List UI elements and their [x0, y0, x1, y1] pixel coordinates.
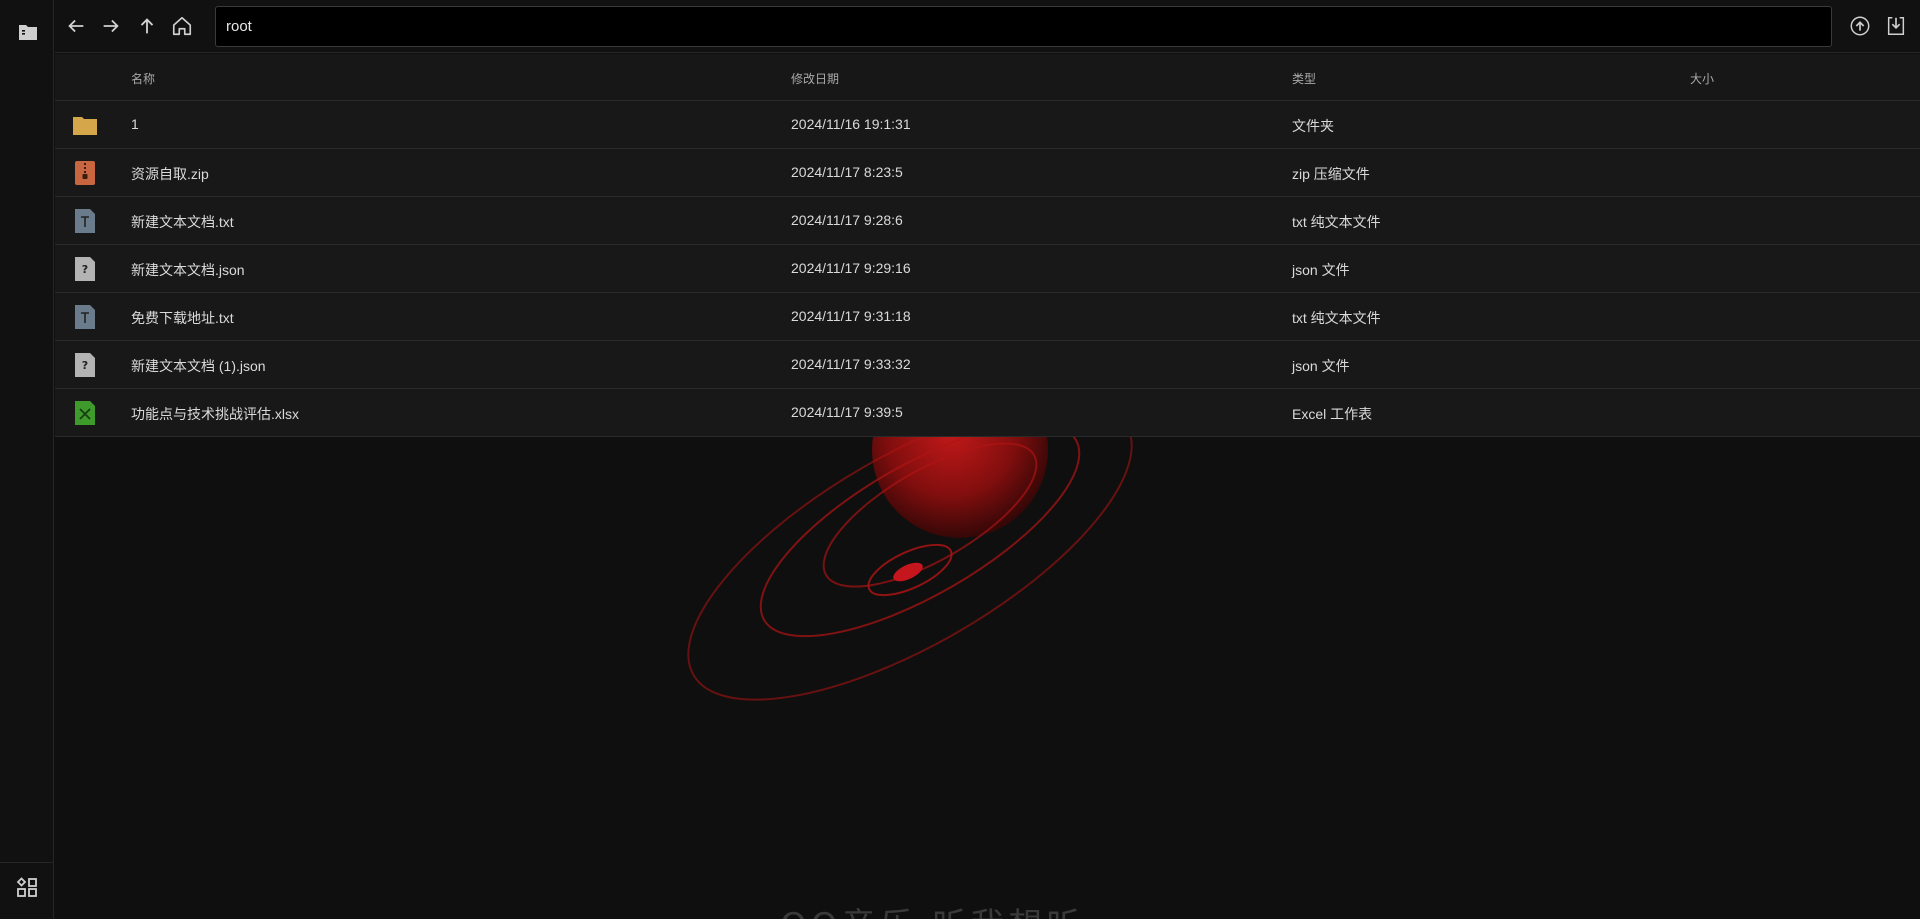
file-date: 2024/11/17 9:31:18 — [791, 308, 911, 324]
file-type: zip 压缩文件 — [1292, 166, 1370, 182]
file-date: 2024/11/17 9:33:32 — [791, 356, 911, 372]
arrow-right-icon — [103, 19, 119, 33]
svg-text:?: ? — [82, 359, 88, 372]
home-button[interactable] — [169, 13, 195, 39]
home-icon — [172, 16, 192, 36]
table-row[interactable]: 资源自取.zip 2024/11/17 8:23:5 zip 压缩文件 — [55, 149, 1920, 197]
watermark-text: QQ音乐 听我想听 — [780, 898, 1084, 919]
column-header-type[interactable]: 类型 — [1292, 70, 1316, 87]
arrow-left-icon — [68, 19, 84, 33]
excel-file-icon — [75, 401, 95, 425]
column-header-date[interactable]: 修改日期 — [791, 70, 839, 87]
unknown-file-icon: ? — [75, 257, 95, 281]
column-header-size[interactable]: 大小 — [1690, 70, 1714, 87]
table-row[interactable]: ? 新建文本文档.json 2024/11/17 9:29:16 json 文件 — [55, 245, 1920, 293]
planet-orbit-artwork — [687, 420, 1133, 701]
file-date: 2024/11/17 8:23:5 — [791, 164, 903, 180]
table-row[interactable]: 新建文本文档.txt 2024/11/17 9:28:6 txt 纯文本文件 — [55, 197, 1920, 245]
download-icon — [1887, 17, 1905, 35]
file-type: json 文件 — [1292, 358, 1350, 374]
path-input[interactable] — [215, 6, 1832, 47]
file-table: 名称 修改日期 类型 大小 1 2024/11/16 19:1:31 文件夹 资… — [55, 54, 1920, 437]
table-row[interactable]: 1 2024/11/16 19:1:31 文件夹 — [55, 101, 1920, 149]
file-name: 新建文本文档.json — [131, 262, 245, 278]
file-manager-app: QQ音乐 听我想听 — [0, 0, 1920, 919]
file-name: 免费下载地址.txt — [131, 310, 234, 326]
forward-button[interactable] — [98, 13, 124, 39]
file-date: 2024/11/17 9:39:5 — [791, 404, 903, 420]
download-button[interactable] — [1883, 13, 1909, 39]
file-date: 2024/11/17 9:29:16 — [791, 260, 911, 276]
left-rail — [0, 0, 54, 919]
toolbar — [55, 0, 1920, 53]
table-header: 名称 修改日期 类型 大小 — [55, 54, 1920, 101]
back-button[interactable] — [63, 13, 89, 39]
apps-grid-icon[interactable] — [15, 876, 39, 900]
file-type: txt 纯文本文件 — [1292, 310, 1381, 326]
upload-icon — [1850, 16, 1870, 36]
up-button[interactable] — [134, 13, 160, 39]
file-name: 资源自取.zip — [131, 166, 209, 182]
file-name: 新建文本文档 (1).json — [131, 358, 266, 374]
table-row[interactable]: ? 新建文本文档 (1).json 2024/11/17 9:33:32 jso… — [55, 341, 1920, 389]
svg-text:?: ? — [82, 263, 88, 276]
file-date: 2024/11/16 19:1:31 — [791, 116, 911, 132]
folder-icon — [73, 117, 97, 135]
file-name: 1 — [131, 116, 139, 132]
text-file-icon — [75, 305, 95, 329]
file-type: 文件夹 — [1292, 118, 1334, 134]
file-type: txt 纯文本文件 — [1292, 214, 1381, 230]
rail-divider — [0, 862, 53, 863]
file-date: 2024/11/17 9:28:6 — [791, 212, 903, 228]
text-file-icon — [75, 209, 95, 233]
table-row[interactable]: 免费下载地址.txt 2024/11/17 9:31:18 txt 纯文本文件 — [55, 293, 1920, 341]
table-row[interactable]: 功能点与技术挑战评估.xlsx 2024/11/17 9:39:5 Excel … — [55, 389, 1920, 437]
arrow-up-icon — [140, 18, 154, 34]
zip-file-icon — [75, 161, 95, 185]
file-name: 功能点与技术挑战评估.xlsx — [131, 406, 299, 422]
file-manager-icon[interactable] — [16, 20, 40, 44]
file-type: json 文件 — [1292, 262, 1350, 278]
file-type: Excel 工作表 — [1292, 406, 1373, 422]
unknown-file-icon: ? — [75, 353, 95, 377]
upload-button[interactable] — [1847, 13, 1873, 39]
column-header-name[interactable]: 名称 — [131, 70, 155, 87]
file-name: 新建文本文档.txt — [131, 214, 234, 230]
